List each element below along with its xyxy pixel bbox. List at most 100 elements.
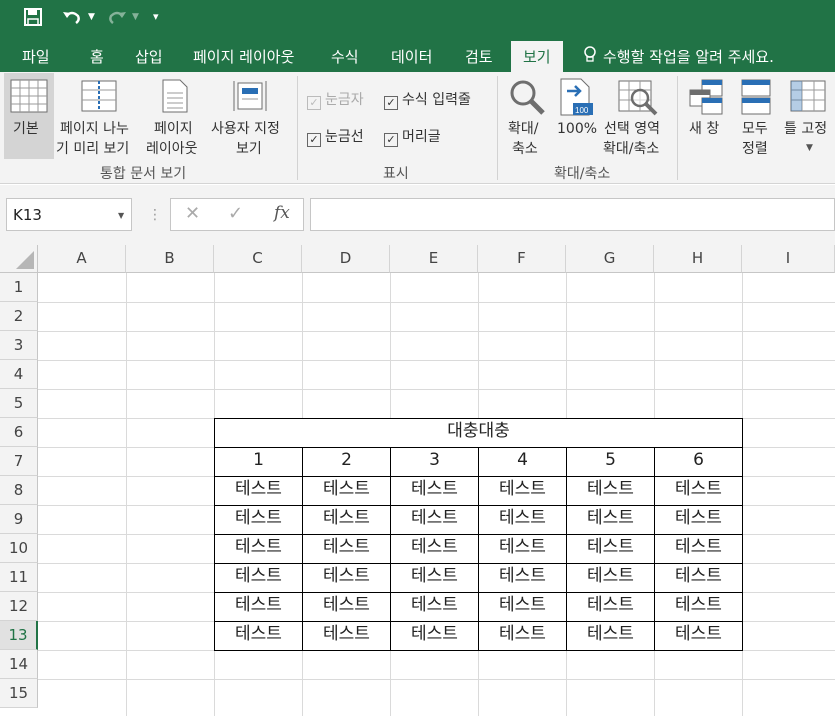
row-header[interactable]: 7 — [0, 447, 38, 476]
table-header-cell[interactable]: 5 — [566, 447, 655, 477]
column-header[interactable]: E — [390, 245, 478, 273]
formula-input[interactable] — [310, 198, 835, 231]
table-cell[interactable]: 테스트 — [302, 534, 391, 564]
row-header[interactable]: 13 — [0, 621, 38, 650]
page-break-preview-icon[interactable] — [81, 80, 117, 116]
table-cell[interactable]: 테스트 — [566, 534, 655, 564]
tab-home[interactable]: 홈 — [90, 46, 104, 67]
table-cell[interactable]: 테스트 — [214, 534, 303, 564]
save-icon[interactable] — [24, 8, 42, 30]
table-cell[interactable]: 테스트 — [302, 621, 391, 651]
undo-icon[interactable] — [62, 8, 82, 30]
row-header[interactable]: 11 — [0, 563, 38, 592]
select-all-corner[interactable] — [0, 245, 38, 273]
redo-icon[interactable] — [107, 8, 127, 30]
table-cell[interactable]: 테스트 — [566, 592, 655, 622]
column-header[interactable]: A — [38, 245, 126, 273]
headings-checkbox[interactable]: ✓ 머리글 — [384, 126, 441, 147]
customize-icon[interactable]: ▾ — [153, 10, 159, 23]
custom-views-icon[interactable] — [232, 80, 268, 116]
row-header[interactable]: 5 — [0, 389, 38, 418]
row-header[interactable]: 9 — [0, 505, 38, 534]
table-cell[interactable]: 테스트 — [478, 505, 567, 535]
table-cell[interactable]: 테스트 — [214, 505, 303, 535]
table-cell[interactable]: 테스트 — [214, 592, 303, 622]
name-box-dropdown-icon[interactable]: ▼ — [118, 211, 124, 220]
freeze-panes-dropdown-icon[interactable]: ▼ — [806, 143, 813, 153]
freeze-panes-icon[interactable] — [790, 80, 826, 118]
row-header[interactable]: 10 — [0, 534, 38, 563]
zoom-icon[interactable] — [508, 78, 546, 120]
table-cell[interactable]: 테스트 — [214, 563, 303, 593]
gridlines-checkbox[interactable]: ✓ 눈금선 — [307, 126, 364, 147]
new-window-icon[interactable] — [688, 78, 724, 120]
row-header[interactable]: 12 — [0, 592, 38, 621]
table-cell[interactable]: 테스트 — [214, 476, 303, 506]
tab-formulas[interactable]: 수식 — [331, 46, 359, 67]
tab-review[interactable]: 검토 — [465, 46, 493, 67]
column-header[interactable]: I — [742, 245, 835, 273]
table-cell[interactable]: 테스트 — [390, 563, 479, 593]
row-header[interactable]: 1 — [0, 273, 38, 302]
table-cell[interactable]: 테스트 — [390, 534, 479, 564]
table-cell[interactable]: 테스트 — [654, 476, 743, 506]
tab-page-layout[interactable]: 페이지 레이아웃 — [193, 46, 294, 67]
table-cell[interactable]: 테스트 — [478, 476, 567, 506]
zoom-100-icon[interactable]: 100 — [559, 77, 593, 121]
table-cell[interactable]: 테스트 — [478, 563, 567, 593]
table-cell[interactable]: 테스트 — [566, 505, 655, 535]
table-cell[interactable]: 테스트 — [654, 563, 743, 593]
table-cell[interactable]: 테스트 — [390, 476, 479, 506]
table-cell[interactable]: 테스트 — [478, 592, 567, 622]
row-header[interactable]: 3 — [0, 331, 38, 360]
formula-bar-checkbox[interactable]: ✓ 수식 입력줄 — [384, 89, 471, 110]
row-header[interactable]: 4 — [0, 360, 38, 389]
tab-insert[interactable]: 삽입 — [135, 46, 163, 67]
column-header[interactable]: F — [478, 245, 566, 273]
table-cell[interactable]: 테스트 — [302, 563, 391, 593]
insert-function-icon[interactable]: fx — [274, 203, 290, 223]
table-cell[interactable]: 테스트 — [566, 621, 655, 651]
row-header[interactable]: 14 — [0, 650, 38, 679]
table-header-cell[interactable]: 3 — [390, 447, 479, 477]
table-header-cell[interactable]: 6 — [654, 447, 743, 477]
row-header[interactable]: 15 — [0, 679, 38, 708]
table-cell[interactable]: 테스트 — [654, 534, 743, 564]
tab-file[interactable]: 파일 — [22, 46, 50, 67]
table-cell[interactable]: 테스트 — [478, 534, 567, 564]
row-header[interactable]: 2 — [0, 302, 38, 331]
table-cell[interactable]: 테스트 — [214, 621, 303, 651]
table-cell[interactable]: 테스트 — [302, 592, 391, 622]
table-cell[interactable]: 테스트 — [654, 592, 743, 622]
table-cell[interactable]: 테스트 — [390, 621, 479, 651]
arrange-all-icon[interactable] — [740, 78, 772, 120]
row-header[interactable]: 6 — [0, 418, 38, 447]
table-cell[interactable]: 테스트 — [566, 563, 655, 593]
table-header-cell[interactable]: 4 — [478, 447, 567, 477]
table-cell[interactable]: 테스트 — [390, 505, 479, 535]
column-header[interactable]: H — [654, 245, 742, 273]
table-cell[interactable]: 테스트 — [302, 476, 391, 506]
table-cell[interactable]: 테스트 — [302, 505, 391, 535]
table-cell[interactable]: 테스트 — [390, 592, 479, 622]
page-layout-icon[interactable] — [162, 79, 188, 117]
table-header-cell[interactable]: 1 — [214, 447, 303, 477]
table-cell[interactable]: 테스트 — [654, 621, 743, 651]
cancel-icon[interactable]: ✕ — [185, 203, 200, 224]
name-box[interactable]: K13 — [6, 198, 132, 231]
column-header[interactable]: C — [214, 245, 302, 273]
column-header[interactable]: B — [126, 245, 214, 273]
table-cell[interactable]: 테스트 — [654, 505, 743, 535]
undo-dropdown-icon[interactable]: ▼ — [88, 12, 95, 22]
table-cell[interactable]: 테스트 — [566, 476, 655, 506]
enter-icon[interactable]: ✓ — [228, 203, 243, 224]
table-header-cell[interactable]: 2 — [302, 447, 391, 477]
tell-me-search[interactable]: 수행할 작업을 알려 주세요. — [603, 46, 774, 67]
zoom-to-selection-icon[interactable] — [618, 80, 658, 120]
column-header[interactable]: G — [566, 245, 654, 273]
table-title[interactable]: 대충대충 — [214, 418, 743, 448]
row-header[interactable]: 8 — [0, 476, 38, 505]
tab-data[interactable]: 데이터 — [391, 46, 432, 67]
tab-view[interactable]: 보기 — [511, 41, 563, 72]
table-cell[interactable]: 테스트 — [478, 621, 567, 651]
